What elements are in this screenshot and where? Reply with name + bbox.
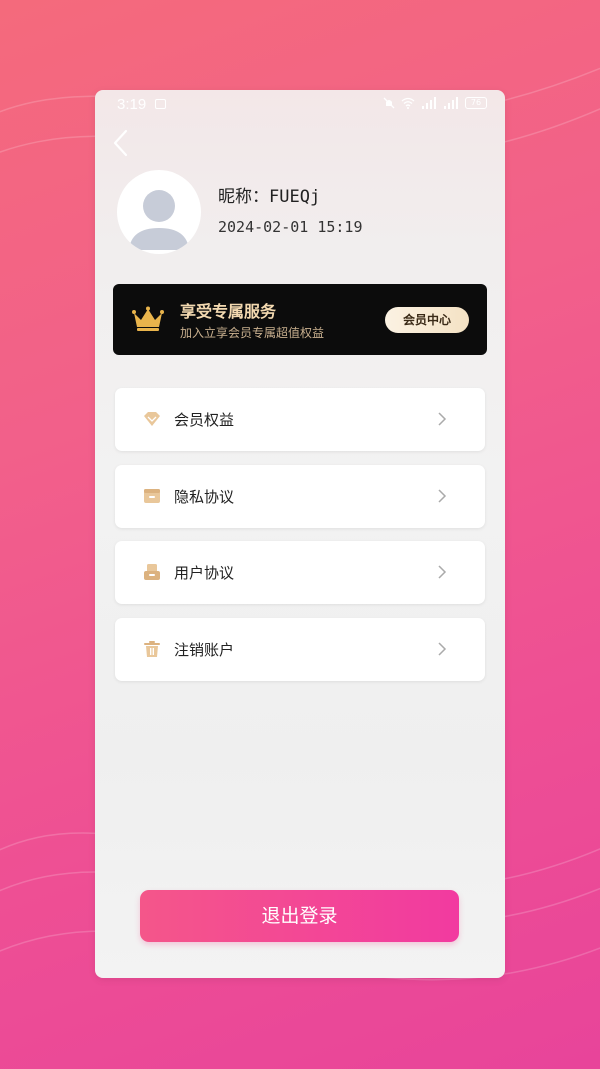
tray-icon bbox=[144, 564, 160, 580]
menu-item-privacy-policy[interactable]: 隐私协议 bbox=[115, 465, 485, 528]
wifi-icon bbox=[401, 97, 415, 109]
battery-icon: 76 bbox=[465, 97, 487, 109]
menu-label: 会员权益 bbox=[174, 411, 235, 429]
chevron-right-icon bbox=[438, 565, 447, 579]
menu-label: 隐私协议 bbox=[174, 488, 235, 506]
vip-banner[interactable]: 享受专属服务 加入立享会员专属超值权益 会员中心 bbox=[113, 284, 487, 355]
menu-item-delete-account[interactable]: 注销账户 bbox=[115, 618, 485, 681]
vip-title: 享受专属服务 bbox=[180, 302, 277, 321]
chevron-right-icon bbox=[438, 489, 447, 503]
menu-label: 注销账户 bbox=[174, 641, 235, 659]
chevron-right-icon bbox=[438, 642, 447, 656]
status-time: 3:19 bbox=[117, 96, 147, 113]
mute-icon bbox=[383, 97, 395, 109]
status-icons: 76 bbox=[383, 97, 487, 109]
back-arrow-icon[interactable] bbox=[109, 128, 133, 158]
notification-icon bbox=[155, 99, 166, 109]
phone-screen: 3:19 76 昵称：FUEQj 2024-02-01 15:19 享受专属服务… bbox=[95, 90, 505, 978]
member-center-button[interactable]: 会员中心 bbox=[385, 307, 469, 333]
document-box-icon bbox=[144, 489, 160, 503]
signal-icon-2 bbox=[444, 97, 458, 109]
logout-button[interactable]: 退出登录 bbox=[140, 890, 459, 942]
nickname-label: 昵称： bbox=[218, 187, 269, 207]
diamond-icon bbox=[144, 412, 160, 426]
crown-icon bbox=[132, 306, 164, 331]
menu-item-user-agreement[interactable]: 用户协议 bbox=[115, 541, 485, 604]
avatar[interactable] bbox=[117, 170, 201, 254]
vip-subtitle: 加入立享会员专属超值权益 bbox=[180, 326, 325, 340]
default-avatar-icon bbox=[129, 190, 189, 250]
menu-label: 用户协议 bbox=[174, 564, 235, 582]
nickname-value: FUEQj bbox=[269, 187, 321, 207]
chevron-right-icon bbox=[438, 412, 447, 426]
nickname: 昵称：FUEQj bbox=[218, 182, 320, 207]
login-datetime: 2024-02-01 15:19 bbox=[218, 218, 363, 236]
signal-icon bbox=[422, 97, 436, 109]
status-bar: 3:19 76 bbox=[95, 90, 505, 118]
menu-item-member-benefits[interactable]: 会员权益 bbox=[115, 388, 485, 451]
trash-icon bbox=[144, 641, 160, 657]
